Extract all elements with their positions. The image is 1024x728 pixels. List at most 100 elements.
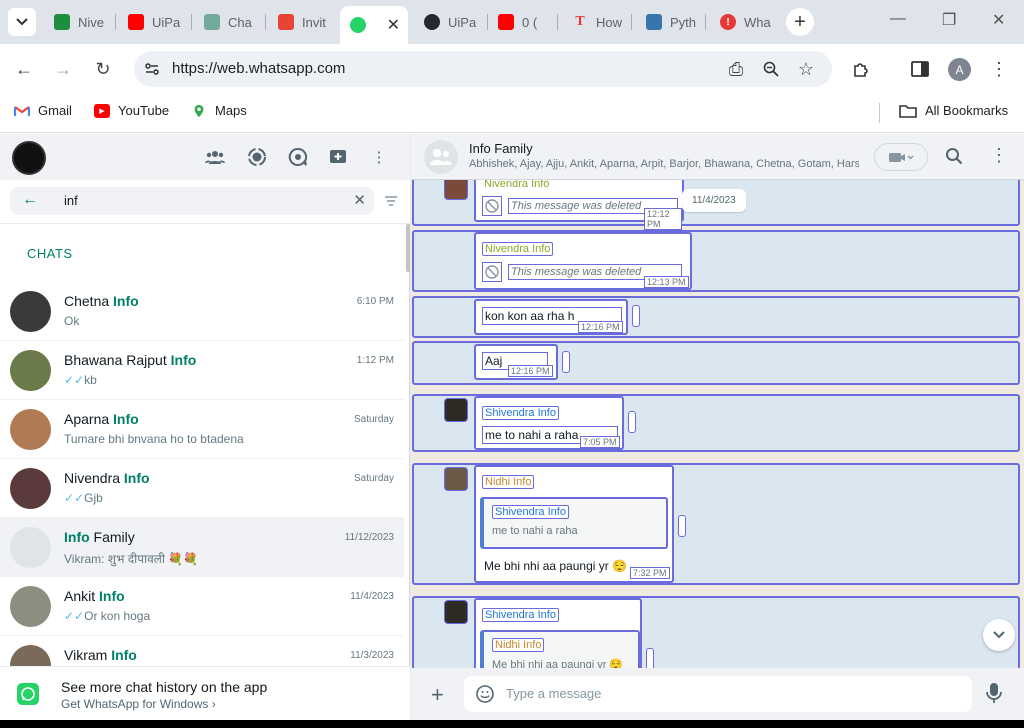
communities-icon[interactable] — [204, 146, 226, 168]
browser-menu-icon[interactable]: ⋮ — [987, 57, 1011, 81]
sender-name[interactable]: Nivendra Info — [482, 242, 554, 256]
chat-avatar[interactable] — [10, 409, 51, 450]
tab-0[interactable]: Nive — [44, 8, 116, 36]
message-menu-handle[interactable] — [628, 411, 636, 433]
message-menu-handle[interactable] — [562, 351, 570, 373]
microphone-icon[interactable] — [986, 682, 1002, 704]
message-bubble[interactable]: Nidhi Info Shivendra Info me to nahi a r… — [474, 465, 674, 583]
sender-avatar[interactable] — [444, 180, 468, 200]
new-tab-button[interactable]: + — [786, 8, 814, 36]
status-icon[interactable] — [246, 146, 268, 168]
tab-6[interactable]: 0 ( — [488, 8, 558, 36]
menu-icon[interactable]: ⋮ — [368, 146, 390, 168]
address-bar[interactable]: https://web.whatsapp.com ⎙ ☆ — [134, 51, 832, 87]
tab-8[interactable]: Pyth — [636, 8, 706, 36]
message-menu-handle[interactable] — [632, 305, 640, 327]
chat-item[interactable]: Nivendra Info Saturday ✓✓Gjb — [0, 459, 404, 518]
sender-name[interactable]: Shivendra Info — [482, 608, 559, 622]
message-menu-handle[interactable] — [678, 515, 686, 537]
install-app-icon[interactable]: ⎙ — [724, 57, 748, 81]
message-bubble[interactable]: Shivendra Info me to nahi a raha 7:05 PM — [474, 396, 624, 450]
chat-name: Vikram Info — [64, 647, 137, 663]
restore-icon[interactable]: ❐ — [942, 10, 956, 30]
group-avatar[interactable] — [424, 140, 458, 174]
forward-icon[interactable]: → — [51, 57, 75, 81]
message-bubble[interactable]: Shivendra Info Nidhi Info Me bhi nhi aa … — [474, 598, 642, 668]
quoted-message[interactable]: Nidhi Info Me bhi nhi aa paungi yr 😌 — [480, 630, 640, 668]
new-chat-icon[interactable] — [327, 146, 349, 168]
my-avatar[interactable] — [12, 141, 46, 175]
conversation-header[interactable]: Info Family Abhishek, Ajay, Ajju, Ankit,… — [411, 134, 1024, 180]
message-bubble[interactable]: Nivendra Info This message was deleted 1… — [474, 180, 684, 230]
sender-name[interactable]: Shivendra Info — [482, 406, 559, 420]
chat-item[interactable]: Chetna Info 6:10 PM Ok — [0, 282, 404, 341]
search-box[interactable]: ← inf ✕ — [10, 187, 374, 215]
chat-item[interactable]: Info Family 11/12/2023 Vikram: शुभ दीपावली… — [0, 518, 404, 577]
chat-item[interactable]: Bhawana Rajput Info 1:12 PM ✓✓kb — [0, 341, 404, 400]
filter-icon[interactable] — [384, 195, 398, 207]
chat-item[interactable]: Vikram Info 11/3/2023 — [0, 636, 404, 666]
tab-9[interactable]: ! Wha — [710, 8, 778, 36]
tab-7[interactable]: T How — [562, 8, 632, 36]
sidebar-scrollbar[interactable] — [406, 224, 410, 272]
chat-avatar[interactable] — [10, 468, 51, 509]
tab-3[interactable]: Invit — [268, 8, 340, 36]
profile-avatar[interactable]: A — [948, 58, 971, 81]
scroll-down-button[interactable] — [983, 619, 1015, 651]
footer-subtitle-link[interactable]: Get WhatsApp for Windows › — [61, 697, 216, 711]
site-info-icon[interactable] — [144, 61, 160, 77]
message-menu-handle[interactable] — [646, 648, 654, 668]
conversation-menu-icon[interactable]: ⋮ — [990, 145, 1008, 166]
tab-1[interactable]: UiPa — [118, 8, 192, 36]
extensions-icon[interactable] — [849, 57, 873, 81]
channels-icon[interactable] — [287, 146, 309, 168]
chevron-down-icon — [16, 18, 28, 26]
message-input[interactable]: Type a message — [464, 676, 972, 712]
chat-avatar[interactable] — [10, 527, 51, 568]
bookmark-youtube[interactable]: ▶ YouTube — [94, 103, 169, 118]
zoom-icon[interactable] — [759, 57, 783, 81]
attach-icon[interactable]: + — [431, 682, 444, 708]
chat-item[interactable]: Aparna Info Saturday Tumare bhi bnvana ho … — [0, 400, 404, 459]
sender-name[interactable]: Nivendra Info — [482, 180, 552, 190]
back-arrow-icon[interactable]: ← — [22, 191, 38, 209]
back-icon[interactable]: ← — [12, 57, 36, 81]
chat-time: 11/3/2023 — [350, 650, 394, 661]
close-tab-icon[interactable]: ✕ — [387, 15, 400, 35]
message-placeholder: Type a message — [506, 686, 602, 701]
tab-2[interactable]: Cha — [194, 8, 266, 36]
minimize-icon[interactable]: — — [890, 10, 906, 28]
quoted-message[interactable]: Shivendra Info me to nahi a raha — [480, 497, 668, 549]
url-text[interactable]: https://web.whatsapp.com — [172, 60, 345, 77]
chat-avatar[interactable] — [10, 350, 51, 391]
get-app-footer[interactable]: See more chat history on the app Get Wha… — [0, 666, 410, 720]
sender-avatar[interactable] — [444, 467, 468, 491]
sender-avatar[interactable] — [444, 600, 468, 624]
message-bubble[interactable]: Nivendra Info This message was deleted 1… — [474, 232, 692, 290]
sender-name[interactable]: Nidhi Info — [482, 475, 535, 489]
bookmark-gmail[interactable]: Gmail — [14, 103, 72, 118]
message-bubble[interactable]: Aaj 12:16 PM — [474, 344, 558, 380]
emoji-icon[interactable] — [476, 685, 494, 703]
chat-avatar[interactable] — [10, 291, 51, 332]
reload-icon[interactable]: ↻ — [91, 57, 115, 81]
chat-avatar[interactable] — [10, 586, 51, 627]
all-bookmarks[interactable]: All Bookmarks — [899, 103, 1008, 118]
sender-avatar[interactable] — [444, 398, 468, 422]
bookmark-maps[interactable]: Maps — [191, 103, 247, 118]
close-window-icon[interactable]: ✕ — [992, 10, 1005, 30]
tab-whatsapp-active[interactable]: ✕ — [340, 6, 408, 44]
bookmark-star-icon[interactable]: ☆ — [794, 57, 818, 81]
side-panel-icon[interactable] — [908, 57, 932, 81]
chat-item[interactable]: Ankit Info 11/4/2023 ✓✓Or kon hoga — [0, 577, 404, 636]
message-bubble[interactable]: kon kon aa rha h 12:16 PM — [474, 299, 628, 335]
footer-title: See more chat history on the app — [61, 679, 268, 695]
chat-avatar[interactable] — [10, 645, 51, 666]
tab-search-button[interactable] — [8, 8, 36, 36]
video-call-button[interactable] — [874, 143, 928, 171]
search-input[interactable]: inf — [64, 193, 78, 208]
clear-search-icon[interactable]: ✕ — [353, 191, 366, 209]
search-icon[interactable] — [945, 147, 963, 165]
read-ticks-icon: ✓✓ — [64, 609, 85, 623]
tab-5[interactable]: UiPa — [414, 8, 488, 36]
